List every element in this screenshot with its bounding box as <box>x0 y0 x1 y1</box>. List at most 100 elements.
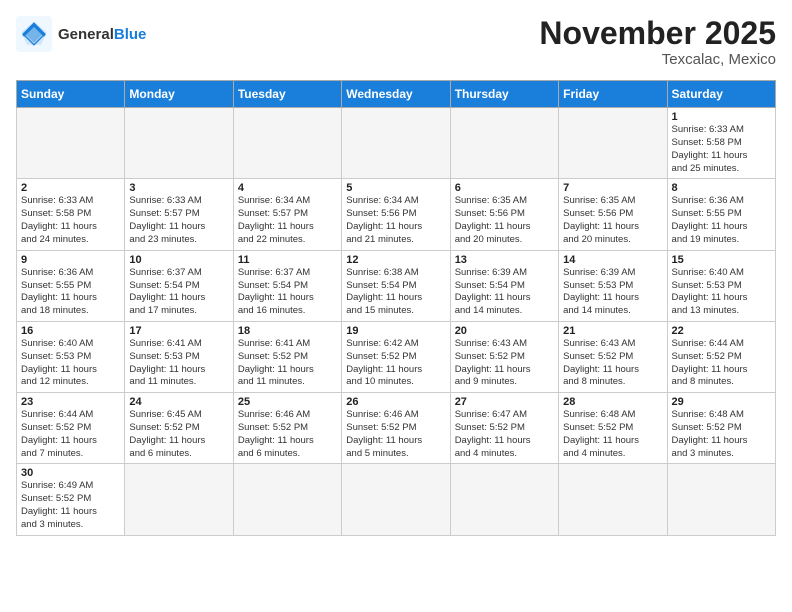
day-number: 8 <box>672 182 771 194</box>
day-number: 6 <box>455 182 554 194</box>
weekday-header-friday: Friday <box>559 81 667 108</box>
calendar-week-row: 1Sunrise: 6:33 AMSunset: 5:58 PMDaylight… <box>17 108 776 179</box>
day-info: Sunrise: 6:33 AMSunset: 5:58 PMDaylight:… <box>21 195 120 246</box>
day-info: Sunrise: 6:40 AMSunset: 5:53 PMDaylight:… <box>21 338 120 389</box>
day-info: Sunrise: 6:42 AMSunset: 5:52 PMDaylight:… <box>346 338 445 389</box>
calendar-week-row: 16Sunrise: 6:40 AMSunset: 5:53 PMDayligh… <box>17 321 776 392</box>
day-info: Sunrise: 6:37 AMSunset: 5:54 PMDaylight:… <box>238 267 337 318</box>
day-info: Sunrise: 6:36 AMSunset: 5:55 PMDaylight:… <box>21 267 120 318</box>
calendar-day-cell <box>233 108 341 179</box>
title-block: November 2025 Texcalac, Mexico <box>539 16 776 68</box>
calendar-day-cell: 28Sunrise: 6:48 AMSunset: 5:52 PMDayligh… <box>559 393 667 464</box>
day-info: Sunrise: 6:48 AMSunset: 5:52 PMDaylight:… <box>672 409 771 460</box>
calendar-day-cell <box>233 464 341 535</box>
day-number: 30 <box>21 467 120 479</box>
day-info: Sunrise: 6:33 AMSunset: 5:58 PMDaylight:… <box>672 124 771 175</box>
day-number: 1 <box>672 111 771 123</box>
day-info: Sunrise: 6:37 AMSunset: 5:54 PMDaylight:… <box>129 267 228 318</box>
weekday-header-row: SundayMondayTuesdayWednesdayThursdayFrid… <box>17 81 776 108</box>
day-info: Sunrise: 6:33 AMSunset: 5:57 PMDaylight:… <box>129 195 228 246</box>
calendar-day-cell <box>559 108 667 179</box>
calendar-day-cell <box>559 464 667 535</box>
day-number: 14 <box>563 254 662 266</box>
day-number: 10 <box>129 254 228 266</box>
day-info: Sunrise: 6:34 AMSunset: 5:56 PMDaylight:… <box>346 195 445 246</box>
calendar-day-cell: 29Sunrise: 6:48 AMSunset: 5:52 PMDayligh… <box>667 393 775 464</box>
calendar-day-cell: 5Sunrise: 6:34 AMSunset: 5:56 PMDaylight… <box>342 179 450 250</box>
day-info: Sunrise: 6:44 AMSunset: 5:52 PMDaylight:… <box>672 338 771 389</box>
day-info: Sunrise: 6:45 AMSunset: 5:52 PMDaylight:… <box>129 409 228 460</box>
day-number: 7 <box>563 182 662 194</box>
calendar-week-row: 2Sunrise: 6:33 AMSunset: 5:58 PMDaylight… <box>17 179 776 250</box>
logo-text: GeneralBlue <box>58 26 146 43</box>
calendar-day-cell: 11Sunrise: 6:37 AMSunset: 5:54 PMDayligh… <box>233 250 341 321</box>
calendar-day-cell: 27Sunrise: 6:47 AMSunset: 5:52 PMDayligh… <box>450 393 558 464</box>
day-info: Sunrise: 6:41 AMSunset: 5:52 PMDaylight:… <box>238 338 337 389</box>
calendar-day-cell: 4Sunrise: 6:34 AMSunset: 5:57 PMDaylight… <box>233 179 341 250</box>
day-number: 28 <box>563 396 662 408</box>
day-number: 18 <box>238 325 337 337</box>
day-number: 24 <box>129 396 228 408</box>
day-number: 2 <box>21 182 120 194</box>
calendar-day-cell: 2Sunrise: 6:33 AMSunset: 5:58 PMDaylight… <box>17 179 125 250</box>
day-info: Sunrise: 6:49 AMSunset: 5:52 PMDaylight:… <box>21 480 120 531</box>
calendar-day-cell: 10Sunrise: 6:37 AMSunset: 5:54 PMDayligh… <box>125 250 233 321</box>
day-number: 4 <box>238 182 337 194</box>
day-number: 17 <box>129 325 228 337</box>
day-number: 12 <box>346 254 445 266</box>
calendar-day-cell: 30Sunrise: 6:49 AMSunset: 5:52 PMDayligh… <box>17 464 125 535</box>
calendar-day-cell: 25Sunrise: 6:46 AMSunset: 5:52 PMDayligh… <box>233 393 341 464</box>
day-number: 23 <box>21 396 120 408</box>
day-info: Sunrise: 6:38 AMSunset: 5:54 PMDaylight:… <box>346 267 445 318</box>
calendar-day-cell <box>450 464 558 535</box>
calendar-day-cell: 19Sunrise: 6:42 AMSunset: 5:52 PMDayligh… <box>342 321 450 392</box>
calendar-day-cell: 12Sunrise: 6:38 AMSunset: 5:54 PMDayligh… <box>342 250 450 321</box>
day-info: Sunrise: 6:39 AMSunset: 5:54 PMDaylight:… <box>455 267 554 318</box>
day-info: Sunrise: 6:43 AMSunset: 5:52 PMDaylight:… <box>455 338 554 389</box>
calendar-day-cell: 23Sunrise: 6:44 AMSunset: 5:52 PMDayligh… <box>17 393 125 464</box>
weekday-header-sunday: Sunday <box>17 81 125 108</box>
calendar-day-cell: 1Sunrise: 6:33 AMSunset: 5:58 PMDaylight… <box>667 108 775 179</box>
calendar-day-cell <box>450 108 558 179</box>
calendar-week-row: 9Sunrise: 6:36 AMSunset: 5:55 PMDaylight… <box>17 250 776 321</box>
calendar-day-cell: 24Sunrise: 6:45 AMSunset: 5:52 PMDayligh… <box>125 393 233 464</box>
day-info: Sunrise: 6:46 AMSunset: 5:52 PMDaylight:… <box>238 409 337 460</box>
calendar-day-cell: 3Sunrise: 6:33 AMSunset: 5:57 PMDaylight… <box>125 179 233 250</box>
calendar-day-cell: 17Sunrise: 6:41 AMSunset: 5:53 PMDayligh… <box>125 321 233 392</box>
calendar-day-cell: 16Sunrise: 6:40 AMSunset: 5:53 PMDayligh… <box>17 321 125 392</box>
day-info: Sunrise: 6:46 AMSunset: 5:52 PMDaylight:… <box>346 409 445 460</box>
calendar-week-row: 30Sunrise: 6:49 AMSunset: 5:52 PMDayligh… <box>17 464 776 535</box>
day-info: Sunrise: 6:43 AMSunset: 5:52 PMDaylight:… <box>563 338 662 389</box>
day-number: 20 <box>455 325 554 337</box>
calendar-day-cell: 13Sunrise: 6:39 AMSunset: 5:54 PMDayligh… <box>450 250 558 321</box>
day-number: 19 <box>346 325 445 337</box>
calendar-week-row: 23Sunrise: 6:44 AMSunset: 5:52 PMDayligh… <box>17 393 776 464</box>
day-number: 16 <box>21 325 120 337</box>
weekday-header-tuesday: Tuesday <box>233 81 341 108</box>
day-number: 25 <box>238 396 337 408</box>
day-number: 29 <box>672 396 771 408</box>
weekday-header-monday: Monday <box>125 81 233 108</box>
day-number: 13 <box>455 254 554 266</box>
day-info: Sunrise: 6:35 AMSunset: 5:56 PMDaylight:… <box>455 195 554 246</box>
page-header: GeneralBlue November 2025 Texcalac, Mexi… <box>16 16 776 68</box>
day-number: 21 <box>563 325 662 337</box>
day-number: 3 <box>129 182 228 194</box>
day-number: 26 <box>346 396 445 408</box>
calendar-day-cell <box>125 464 233 535</box>
day-number: 9 <box>21 254 120 266</box>
day-info: Sunrise: 6:41 AMSunset: 5:53 PMDaylight:… <box>129 338 228 389</box>
calendar-title: November 2025 <box>539 16 776 51</box>
day-info: Sunrise: 6:47 AMSunset: 5:52 PMDaylight:… <box>455 409 554 460</box>
calendar-day-cell: 15Sunrise: 6:40 AMSunset: 5:53 PMDayligh… <box>667 250 775 321</box>
calendar-day-cell <box>342 108 450 179</box>
calendar-day-cell: 18Sunrise: 6:41 AMSunset: 5:52 PMDayligh… <box>233 321 341 392</box>
day-info: Sunrise: 6:40 AMSunset: 5:53 PMDaylight:… <box>672 267 771 318</box>
calendar-day-cell: 8Sunrise: 6:36 AMSunset: 5:55 PMDaylight… <box>667 179 775 250</box>
calendar-day-cell: 14Sunrise: 6:39 AMSunset: 5:53 PMDayligh… <box>559 250 667 321</box>
calendar-day-cell: 21Sunrise: 6:43 AMSunset: 5:52 PMDayligh… <box>559 321 667 392</box>
calendar-day-cell: 22Sunrise: 6:44 AMSunset: 5:52 PMDayligh… <box>667 321 775 392</box>
day-number: 15 <box>672 254 771 266</box>
day-number: 22 <box>672 325 771 337</box>
calendar-day-cell <box>125 108 233 179</box>
